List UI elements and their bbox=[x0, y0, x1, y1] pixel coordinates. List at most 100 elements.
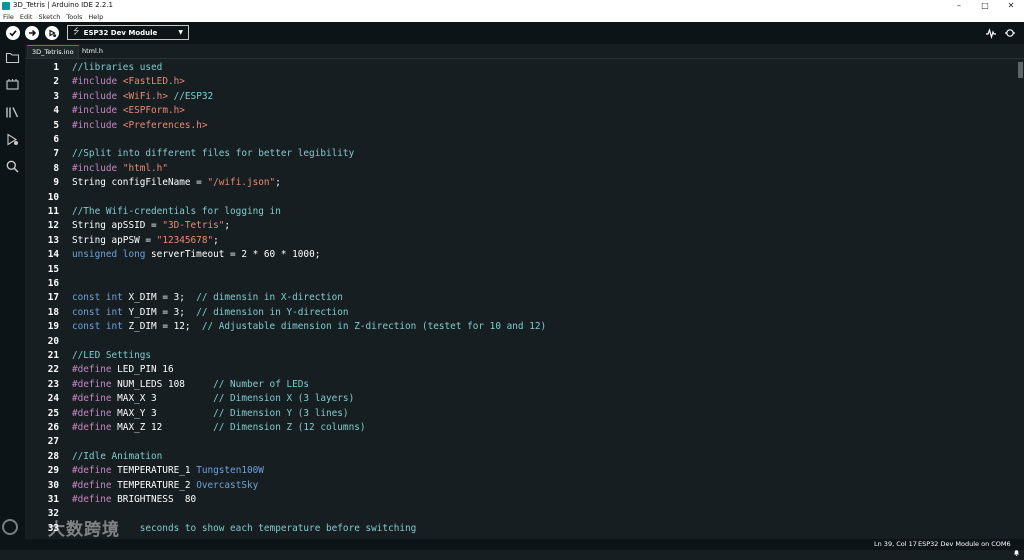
menu-file[interactable]: File bbox=[3, 12, 14, 22]
code-line[interactable]: 7 //Split into different files for better… bbox=[25, 147, 1015, 161]
code-line[interactable]: 4 #include <ESPForm.h> bbox=[25, 104, 1015, 118]
line-number: 31 bbox=[47, 494, 59, 505]
code-token-ident: X_DIM = 3; bbox=[128, 292, 197, 304]
cursor-position[interactable]: Ln 39, Col 17 bbox=[874, 539, 917, 550]
code-line[interactable]: 22 #define LED_PIN 16 bbox=[25, 363, 1015, 377]
debug-panel-icon[interactable] bbox=[5, 132, 20, 147]
code-line[interactable]: 5 #include <Preferences.h> bbox=[25, 119, 1015, 133]
arrow-right-icon bbox=[29, 29, 37, 37]
code-line[interactable]: 27 bbox=[25, 435, 1015, 449]
code-line[interactable]: 18 const int Y_DIM = 3; // dimension in Y… bbox=[25, 306, 1015, 320]
code-line[interactable]: 26 #define MAX_Z 12 // Dimension Z (12 co… bbox=[25, 421, 1015, 435]
code-token-keyword: unsigned long bbox=[72, 249, 152, 261]
menu-help[interactable]: Help bbox=[88, 12, 103, 22]
code-line[interactable]: 2 #include <FastLED.h> bbox=[25, 75, 1015, 89]
board-selector[interactable]: ⭍ ESP32 Dev Module ▼ bbox=[67, 25, 189, 40]
code-token-keyword: const int bbox=[72, 321, 129, 333]
code-token-ident: String apPSW = bbox=[72, 234, 157, 246]
line-number: 6 bbox=[53, 134, 59, 145]
code-text: //Idle Animation bbox=[72, 450, 162, 464]
status-bar: Ln 39, Col 17 ESP32 Dev Module on COM6 bbox=[0, 539, 1024, 556]
code-line[interactable]: 16 bbox=[25, 277, 1015, 291]
code-token-define: #define bbox=[72, 378, 118, 390]
notification-bell-icon[interactable] bbox=[1013, 541, 1020, 556]
code-line[interactable]: 17 const int X_DIM = 3; // dimensin in X-… bbox=[25, 291, 1015, 305]
code-line[interactable]: 30 #define TEMPERATURE_2 OvercastSky bbox=[25, 479, 1015, 493]
code-token-string: <Preferences.h> bbox=[122, 119, 208, 131]
line-number: 8 bbox=[53, 162, 59, 174]
code-token-ident: NUM_LEDS 108 bbox=[117, 378, 214, 390]
code-token-define: #define bbox=[72, 407, 118, 419]
code-line[interactable]: 1 //libraries used bbox=[25, 61, 1015, 75]
code-line[interactable]: 25 #define MAX_Y 3 // Dimension Y (3 line… bbox=[25, 407, 1015, 421]
code-line[interactable]: 12 String apSSID = "3D-Tetris"; bbox=[25, 219, 1015, 233]
code-line[interactable]: 32 bbox=[25, 507, 1015, 521]
editor-tabs: 3D_Tetris.ino html.h bbox=[25, 44, 1024, 59]
tab-html-h[interactable]: html.h bbox=[78, 45, 107, 58]
code-line[interactable]: 8 #include "html.h" bbox=[25, 162, 1015, 176]
menu-tools[interactable]: Tools bbox=[66, 12, 82, 22]
line-number: 10 bbox=[47, 191, 59, 203]
code-token-ident: LED_PIN 16 bbox=[117, 364, 174, 376]
code-line[interactable]: 19 const int Z_DIM = 12; // Adjustable di… bbox=[25, 320, 1015, 334]
code-token-define: #define bbox=[72, 393, 118, 405]
code-token-string: "html.h" bbox=[122, 162, 168, 174]
code-line[interactable]: 33 seconds to show each temperature befo… bbox=[25, 522, 1015, 536]
verify-button[interactable] bbox=[6, 26, 20, 40]
code-text: const int Y_DIM = 3; // dimension in Y-d… bbox=[72, 306, 349, 320]
debug-button[interactable] bbox=[45, 26, 59, 40]
upload-button[interactable] bbox=[25, 26, 39, 40]
board-name: ESP32 Dev Module bbox=[83, 28, 158, 37]
serial-monitor-icon[interactable] bbox=[1003, 27, 1017, 39]
code-line[interactable]: 6 bbox=[25, 133, 1015, 147]
code-line[interactable]: 28 //Idle Animation bbox=[25, 450, 1015, 464]
code-line[interactable]: 24 #define MAX_X 3 // Dimension X (3 laye… bbox=[25, 392, 1015, 406]
code-line[interactable]: 21 //LED Settings bbox=[25, 349, 1015, 363]
library-manager-icon[interactable] bbox=[5, 105, 20, 120]
code-line[interactable]: 14 unsigned long serverTimeout = 2 * 60 *… bbox=[25, 248, 1015, 262]
line-number: 7 bbox=[53, 148, 59, 160]
code-editor[interactable]: 1 //libraries used 2 #include <FastLED.h> 3 #… bbox=[25, 60, 1024, 539]
code-token-ident: ; bbox=[224, 220, 231, 232]
code-token-comment: // Adjustable dimension in Z-direction (… bbox=[201, 321, 547, 333]
code-line[interactable]: 20 bbox=[25, 335, 1015, 349]
serial-plotter-icon[interactable] bbox=[984, 27, 998, 40]
code-text: //Split into different files for better … bbox=[72, 147, 354, 161]
vertical-scrollbar[interactable] bbox=[1017, 60, 1024, 539]
minimize-button[interactable]: – bbox=[946, 0, 972, 12]
code-line[interactable]: 10 bbox=[25, 191, 1015, 205]
line-number: 19 bbox=[47, 321, 59, 333]
scrollbar-thumb[interactable] bbox=[1018, 62, 1023, 78]
board-port-status[interactable]: ESP32 Dev Module on COM6 bbox=[918, 539, 1011, 550]
maximize-button[interactable]: □ bbox=[972, 0, 998, 12]
menu-sketch[interactable]: Sketch bbox=[38, 12, 60, 22]
code-text: #define MAX_Z 12 // Dimension Z (12 colu… bbox=[72, 421, 366, 435]
code-line[interactable]: 13 String apPSW = "12345678"; bbox=[25, 234, 1015, 248]
code-line[interactable]: 11 //The Wifi-credentials for logging in bbox=[25, 205, 1015, 219]
line-number: 9 bbox=[53, 177, 59, 189]
window-controls: – □ ✕ bbox=[946, 0, 1024, 12]
side-rail bbox=[0, 44, 25, 539]
code-text: #include "html.h" bbox=[72, 162, 168, 176]
tab-3d-tetris-ino[interactable]: 3D_Tetris.ino bbox=[27, 45, 79, 58]
sketchbook-folder-icon[interactable] bbox=[5, 50, 20, 65]
code-text: #include <FastLED.h> bbox=[72, 75, 185, 89]
usb-icon: ⭍ bbox=[73, 26, 80, 36]
search-icon[interactable] bbox=[5, 159, 20, 174]
watermark: 大数跨境 bbox=[2, 516, 120, 540]
line-number: 21 bbox=[47, 350, 59, 361]
code-line[interactable]: 3 #include <WiFi.h> //ESP32 bbox=[25, 90, 1015, 104]
code-line[interactable]: 29 #define TEMPERATURE_1 Tungsten100W bbox=[25, 464, 1015, 478]
boards-manager-icon[interactable] bbox=[5, 77, 20, 92]
code-token-string: "12345678" bbox=[156, 234, 214, 246]
code-line[interactable]: 31 #define BRIGHTNESS 80 bbox=[25, 493, 1015, 507]
menu-edit[interactable]: Edit bbox=[20, 12, 33, 22]
code-text: #define TEMPERATURE_2 OvercastSky bbox=[72, 479, 258, 493]
code-line[interactable]: 15 bbox=[25, 263, 1015, 277]
code-token-ident: BRIGHTNESS 80 bbox=[117, 494, 197, 505]
code-line[interactable]: 9 String configFileName = "/wifi.json"; bbox=[25, 176, 1015, 190]
close-button[interactable]: ✕ bbox=[998, 0, 1024, 12]
code-text: const int Z_DIM = 12; // Adjustable dime… bbox=[72, 320, 546, 334]
code-line[interactable]: 23 #define NUM_LEDS 108 // Number of LEDs bbox=[25, 378, 1015, 392]
line-number: 13 bbox=[47, 234, 59, 246]
